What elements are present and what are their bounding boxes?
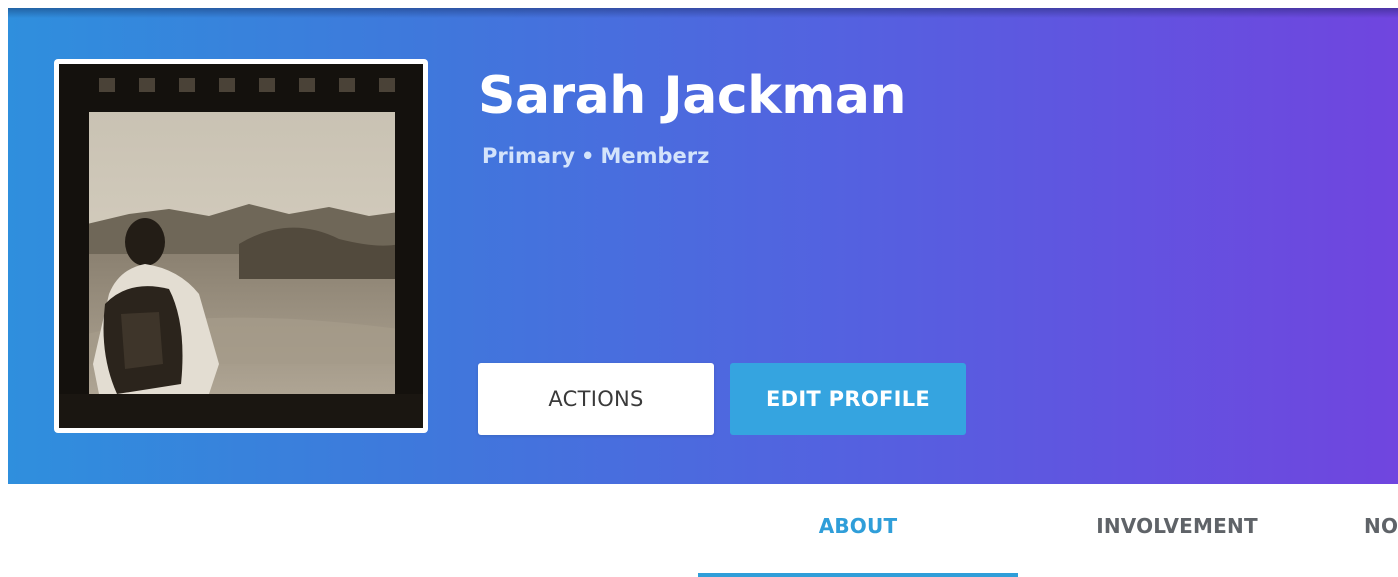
tab-involvement[interactable]: INVOLVEMENT — [1072, 514, 1282, 577]
profile-page: Sarah Jackman Primary • Memberz ACTIONS ED… — [0, 0, 1398, 577]
edit-profile-button[interactable]: EDIT PROFILE — [730, 363, 966, 435]
profile-photo-image — [59, 64, 423, 428]
profile-tabs: ABOUT INVOLVEMENT NO — [0, 484, 1398, 577]
profile-header: Sarah Jackman Primary • Memberz ACTIONS ED… — [8, 8, 1398, 484]
profile-group-link[interactable]: Memberz — [600, 144, 709, 168]
tab-notes[interactable]: NO — [1364, 514, 1398, 577]
avatar[interactable] — [54, 59, 428, 433]
subtitle-separator: • — [581, 144, 595, 168]
profile-role: Primary — [482, 144, 576, 168]
actions-button[interactable]: ACTIONS — [478, 363, 714, 435]
tab-about[interactable]: ABOUT — [698, 514, 1018, 577]
profile-subtitle: Primary • Memberz — [482, 144, 709, 168]
profile-name: Sarah Jackman — [478, 66, 907, 126]
